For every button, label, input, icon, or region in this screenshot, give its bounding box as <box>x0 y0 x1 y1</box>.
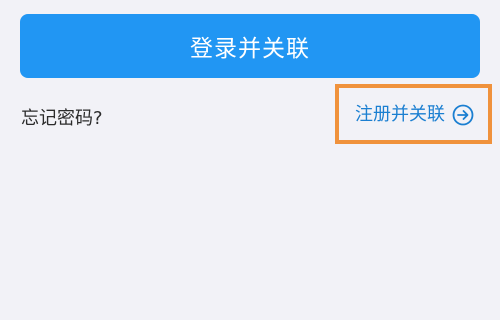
login-page: 登录并关联 忘记密码? 注册并关联 <box>0 0 500 320</box>
arrow-right-circle-icon <box>452 104 474 126</box>
register-and-link-link[interactable]: 注册并关联 <box>355 104 474 126</box>
login-and-link-button[interactable]: 登录并关联 <box>20 14 480 78</box>
forgot-password-link[interactable]: 忘记密码? <box>21 104 103 130</box>
register-link-label: 注册并关联 <box>355 104 445 125</box>
